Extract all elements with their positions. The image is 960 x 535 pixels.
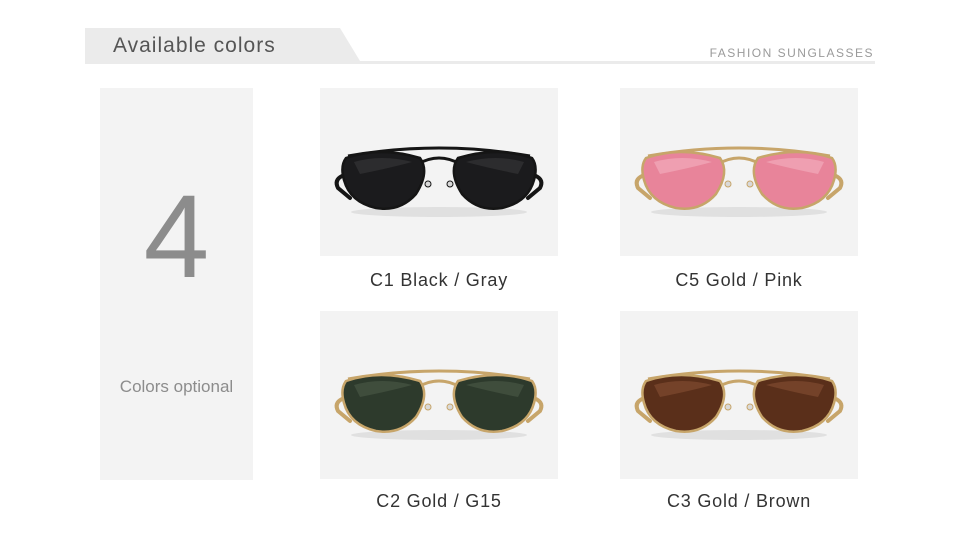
product-caption-c3: C3 Gold / Brown (666, 491, 812, 511)
right-nose-pad (746, 403, 754, 411)
page-title: Available colors (113, 34, 276, 57)
left-nose-pad (424, 180, 432, 188)
product-caption-c5: C5 Gold / Pink (675, 270, 803, 290)
product-caption-c1: C1 Black / Gray (369, 270, 509, 290)
bridge (417, 156, 461, 166)
bridge (717, 379, 761, 389)
right-nose-pad (746, 180, 754, 188)
sunglasses-brown-icon (634, 369, 844, 440)
page-subtitle: FASHION SUNGLASSES (709, 46, 874, 60)
right-nose-pad (446, 180, 454, 188)
right-nose-pad (446, 403, 454, 411)
product-caption-c2: C2 Gold / G15 (376, 491, 502, 511)
left-nose-pad (724, 180, 732, 188)
sunglasses-green-icon (334, 369, 544, 440)
bridge (717, 156, 761, 166)
product-card-c2[interactable] (320, 311, 558, 479)
info-panel: 4 Colors optional (100, 88, 253, 480)
color-count: 4 (143, 171, 210, 303)
bridge (417, 379, 461, 389)
product-card-c3[interactable] (620, 311, 858, 479)
product-card-c5[interactable] (620, 88, 858, 256)
sunglasses-black-icon (334, 146, 544, 217)
left-nose-pad (724, 403, 732, 411)
sunglasses-pink-icon (634, 146, 844, 217)
header-divider (85, 61, 875, 64)
left-nose-pad (424, 403, 432, 411)
colors-optional-label: Colors optional (119, 377, 234, 396)
product-card-c1[interactable] (320, 88, 558, 256)
